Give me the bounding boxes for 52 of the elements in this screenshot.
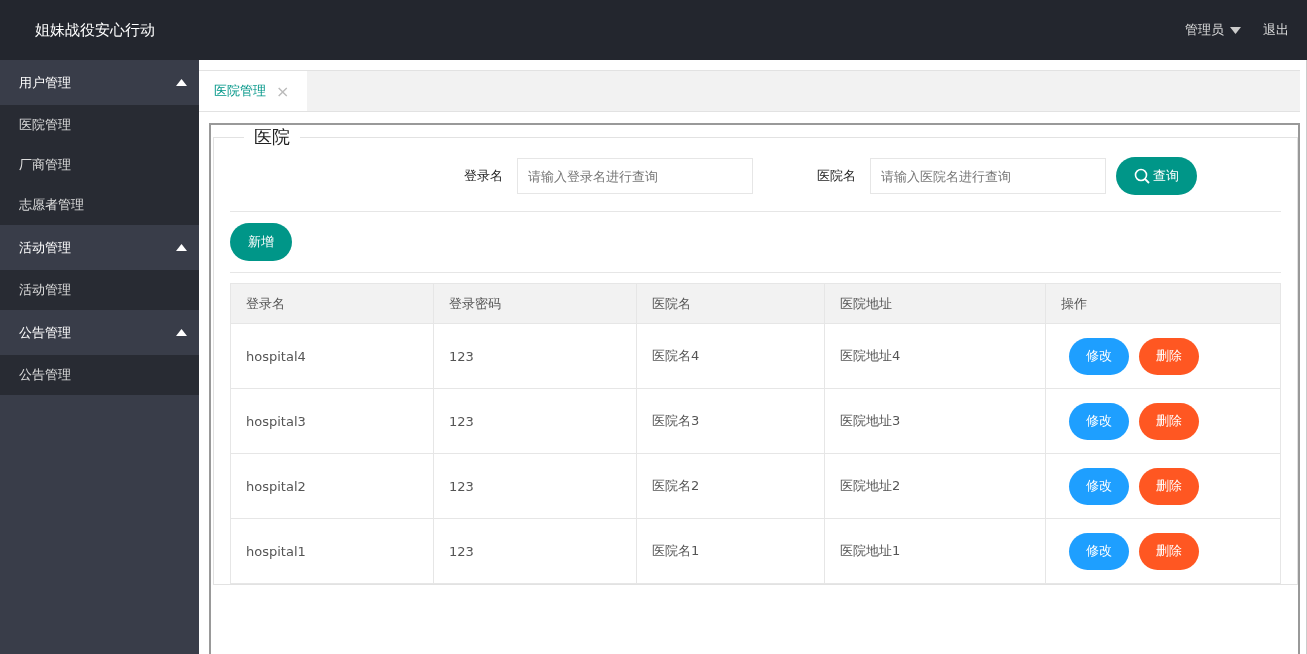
column-header: 医院地址 xyxy=(824,283,1046,324)
user-menu[interactable]: 管理员 xyxy=(1185,21,1241,39)
delete-button[interactable]: 删除 xyxy=(1139,337,1199,375)
column-header: 操作 xyxy=(1045,283,1281,324)
app-title: 姐妹战役安心行动 xyxy=(35,20,155,40)
table-cell: 医院名3 xyxy=(636,388,825,454)
table-cell: 医院地址4 xyxy=(824,323,1046,389)
search-field[interactable]: 请输入医院名进行查询 xyxy=(870,158,1106,194)
table-cell: 123 xyxy=(433,453,637,519)
table-cell: hospital2 xyxy=(230,453,434,519)
column-header: 医院名 xyxy=(636,283,825,324)
table-cell: 医院地址1 xyxy=(824,518,1046,584)
caret-icon xyxy=(1230,26,1241,34)
table-cell: 医院地址3 xyxy=(824,388,1046,454)
search-icon xyxy=(1134,168,1150,184)
delete-button[interactable]: 删除 xyxy=(1139,402,1199,440)
sidebar-item[interactable]: 医院管理 xyxy=(0,105,199,145)
delete-button[interactable]: 删除 xyxy=(1139,467,1199,505)
delete-button[interactable]: 删除 xyxy=(1139,532,1199,570)
field-label: 医院名 xyxy=(817,167,856,185)
edit-button[interactable]: 修改 xyxy=(1069,402,1129,440)
field-label: 登录名 xyxy=(464,167,503,185)
column-header: 登录名 xyxy=(230,283,434,324)
edit-button[interactable]: 修改 xyxy=(1069,337,1129,375)
table-cell: hospital1 xyxy=(230,518,434,584)
logout-link[interactable]: 退出 xyxy=(1263,21,1289,39)
caret-icon xyxy=(176,79,187,86)
search-button[interactable]: 查询 xyxy=(1116,157,1197,195)
close-icon[interactable]: × xyxy=(276,81,290,101)
column-header: 登录密码 xyxy=(433,283,637,324)
caret-icon xyxy=(176,329,187,336)
add-button[interactable]: 新增 xyxy=(230,223,292,261)
table-cell: 医院名1 xyxy=(636,518,825,584)
edit-button[interactable]: 修改 xyxy=(1069,532,1129,570)
search-field[interactable]: 请输入登录名进行查询 xyxy=(517,158,753,194)
table-cell: 医院地址2 xyxy=(824,453,1046,519)
panel-legend: 医院 xyxy=(244,125,300,149)
table-cell: hospital3 xyxy=(230,388,434,454)
tab[interactable]: 医院管理 × xyxy=(199,71,308,111)
table-cell: 123 xyxy=(433,388,637,454)
table-cell: 医院名4 xyxy=(636,323,825,389)
table-cell: hospital4 xyxy=(230,323,434,389)
sidebar-item[interactable]: 志愿者管理 xyxy=(0,185,199,225)
caret-icon xyxy=(176,244,187,251)
sidebar-item[interactable]: 活动管理 xyxy=(0,270,199,310)
tab-label[interactable]: 医院管理 xyxy=(214,82,266,100)
sidebar-item[interactable]: 公告管理 xyxy=(0,355,199,395)
table-cell: 123 xyxy=(433,518,637,584)
table-cell: 医院名2 xyxy=(636,453,825,519)
table-cell: 123 xyxy=(433,323,637,389)
edit-button[interactable]: 修改 xyxy=(1069,467,1129,505)
sidebar-item[interactable]: 厂商管理 xyxy=(0,145,199,185)
